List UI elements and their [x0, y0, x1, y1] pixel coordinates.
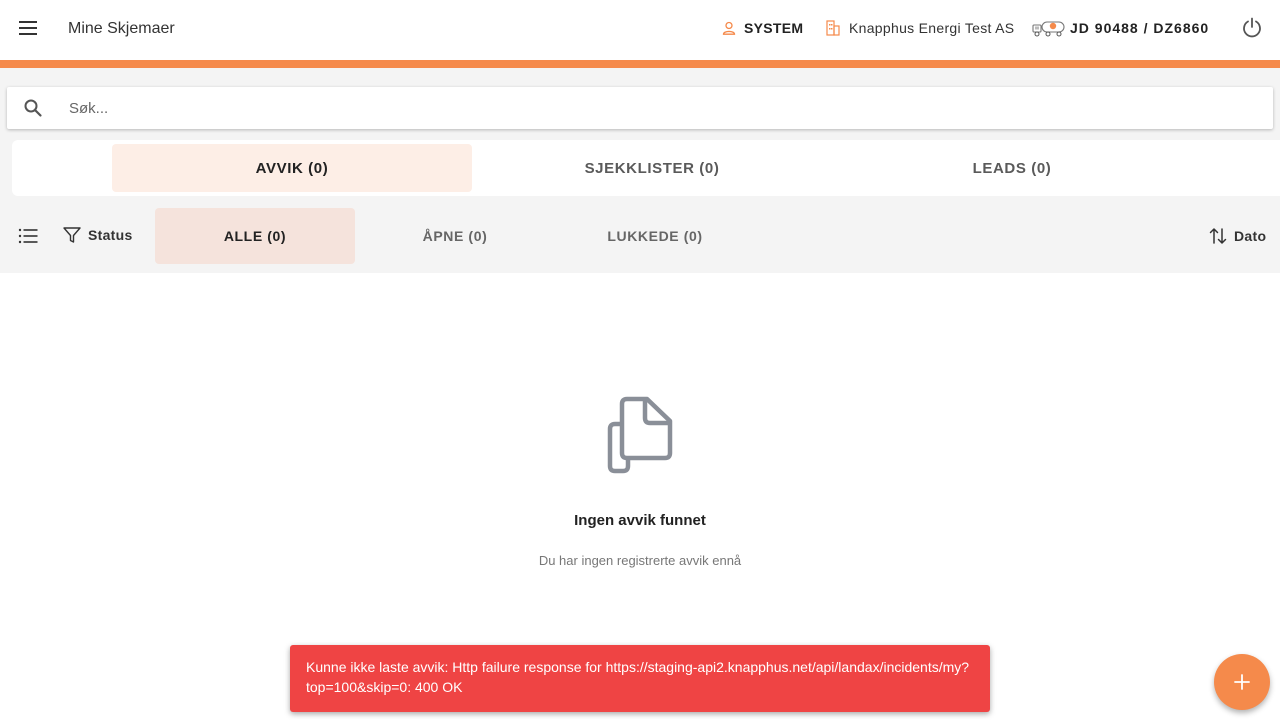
power-icon[interactable]: [1240, 16, 1264, 40]
subtab-alle[interactable]: ALLE (0): [155, 208, 355, 264]
vehicle-indicator[interactable]: JD 90488 / DZ6860: [1032, 19, 1209, 37]
app-header: Mine Skjemaer SYSTEM Knapphus Energi Tes…: [0, 0, 1280, 60]
sort-label: Dato: [1234, 228, 1267, 244]
tab-leads[interactable]: LEADS (0): [832, 144, 1192, 192]
error-snackbar: Kunne ikke laste avvik: Http failure res…: [290, 645, 990, 712]
sort-icon: [1209, 228, 1227, 244]
sort-button[interactable]: Dato: [1208, 226, 1266, 246]
search-input[interactable]: [61, 95, 1251, 121]
subtab-apne[interactable]: ÅPNE (0): [355, 208, 555, 264]
tab-avvik[interactable]: AVVIK (0): [112, 144, 472, 192]
subtab-lukkede[interactable]: LUKKEDE (0): [555, 208, 755, 264]
search-bar: [7, 87, 1273, 129]
add-button[interactable]: [1214, 654, 1270, 710]
empty-state-title: Ingen avvik funnet: [574, 512, 706, 529]
documents-icon: [607, 396, 673, 474]
status-filter-label: Status: [88, 227, 133, 243]
filter-icon: [63, 227, 81, 243]
user-indicator[interactable]: SYSTEM: [722, 19, 803, 37]
page-title: Mine Skjemaer: [68, 20, 175, 37]
company-indicator[interactable]: Knapphus Energi Test AS: [826, 19, 1014, 37]
accent-bar: [0, 60, 1280, 68]
company-name: Knapphus Energi Test AS: [849, 20, 1015, 36]
vehicle-id: JD 90488 / DZ6860: [1070, 20, 1210, 36]
empty-state-subtitle: Du har ingen registrerte avvik ennå: [538, 553, 742, 568]
plus-icon: [1234, 674, 1250, 690]
form-type-tabs: AVVIK (0) SJEKKLISTER (0) LEADS (0): [12, 140, 1280, 196]
person-icon: [722, 21, 736, 35]
user-name: SYSTEM: [744, 20, 804, 36]
search-icon: [24, 99, 42, 117]
tab-sjekklister[interactable]: SJEKKLISTER (0): [472, 144, 832, 192]
status-filter-button[interactable]: Status: [62, 225, 133, 245]
tanker-truck-icon: [1032, 21, 1065, 37]
hamburger-menu-icon[interactable]: [14, 14, 42, 42]
building-icon: [826, 20, 840, 36]
list-view-icon[interactable]: [16, 224, 40, 248]
